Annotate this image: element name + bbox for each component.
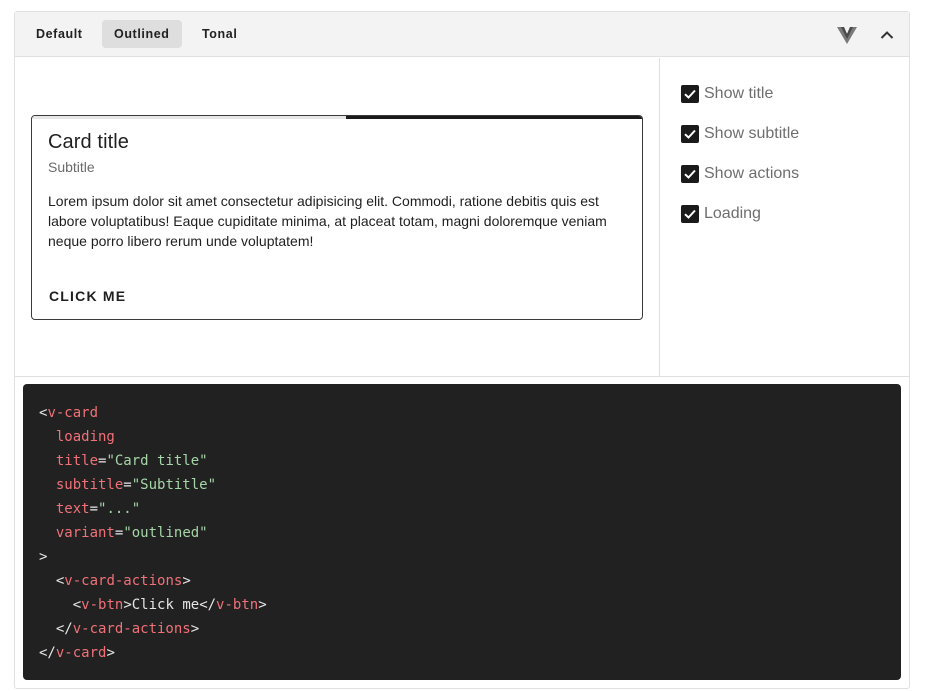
card: Card title Subtitle Lorem ipsum dolor si… [31,115,643,320]
option-loading[interactable]: Loading [681,202,761,226]
code-string: "Subtitle" [131,477,217,493]
loading-progress-bar [346,116,642,119]
example-frame: Default Outlined Tonal Card title Subtit… [14,11,910,689]
option-label: Show title [704,85,774,102]
code-string: "outlined" [123,525,208,541]
option-label: Show actions [704,165,800,182]
checkbox-checked-icon[interactable] [681,165,699,183]
checkbox-checked-icon[interactable] [681,125,699,143]
option-label: Loading [704,205,761,222]
divider [15,376,909,377]
vuetify-logo-icon[interactable] [836,24,858,46]
card-subtitle: Subtitle [48,159,95,175]
code-tag: v-btn [216,597,259,613]
card-title: Card title [48,131,130,153]
option-show-subtitle[interactable]: Show subtitle [681,122,799,146]
option-show-title[interactable]: Show title [681,82,773,106]
code-tag: v-card-actions [72,621,191,637]
code-tag: v-card [47,405,99,421]
code-attr: subtitle [55,477,124,493]
code-tag: v-card-actions [64,573,183,589]
code-text: Click me [131,597,200,613]
checkbox-checked-icon[interactable] [681,205,699,223]
code-attr: title [55,453,99,469]
code-string: "Card title" [106,453,208,469]
code-attr: variant [55,525,115,541]
code-attr: loading [55,429,115,445]
card-text: Lorem ipsum dolor sit amet consectetur a… [48,193,607,249]
preview-area: Card title Subtitle Lorem ipsum dolor si… [15,58,660,376]
code-string: "..." [98,501,141,517]
option-label: Show subtitle [704,125,800,142]
options-panel: Show title Show subtitle Show actions Lo… [661,58,909,376]
variant-toolbar: Default Outlined Tonal [15,12,909,57]
checkbox-checked-icon[interactable] [681,85,699,103]
chevron-up-icon[interactable] [876,24,898,46]
tab-tonal[interactable]: Tonal [190,20,249,48]
code-tag: v-btn [81,597,124,613]
code-attr: text [55,501,90,517]
option-show-actions[interactable]: Show actions [681,162,799,186]
tab-outlined[interactable]: Outlined [102,20,182,48]
tab-default[interactable]: Default [24,20,95,48]
code-tag: v-card [55,645,107,661]
click-me-button[interactable]: Click me [40,278,135,314]
code-block: <v-card loading title="Card title" subti… [23,384,901,680]
